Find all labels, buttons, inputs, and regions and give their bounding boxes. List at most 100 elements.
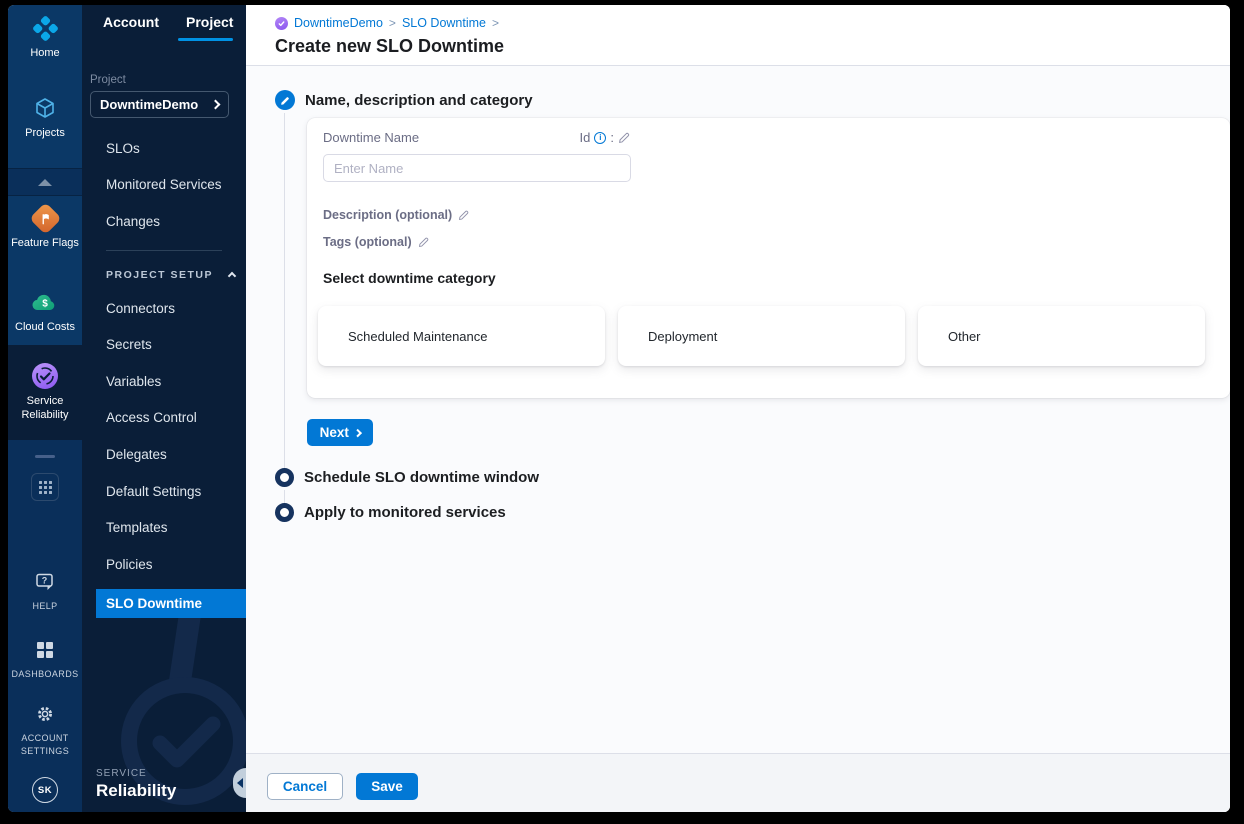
project-selector-value: DowntimeDemo — [100, 97, 199, 112]
tab-account[interactable]: Account — [103, 14, 159, 30]
category-other[interactable]: Other — [918, 306, 1205, 366]
step-1-panel: Downtime Name Id : Description (optional… — [307, 118, 1230, 398]
rail-item-dashboards[interactable]: DASHBOARDS — [8, 635, 82, 680]
rail-item-feature-flags[interactable]: Feature Flags — [8, 201, 82, 249]
cancel-button[interactable]: Cancel — [267, 773, 343, 800]
step-1-label: Name, description and category — [305, 91, 533, 109]
sidebar-item-slos[interactable]: SLOs — [82, 130, 246, 167]
breadcrumb-separator: > — [388, 16, 396, 30]
project-selector[interactable]: DowntimeDemo — [90, 91, 229, 118]
info-icon[interactable] — [594, 131, 607, 144]
rail-item-cloud-costs[interactable]: $ Cloud Costs — [8, 287, 82, 333]
action-footer: Cancel Save — [246, 753, 1230, 812]
chevron-right-icon — [353, 429, 362, 437]
save-button[interactable]: Save — [356, 773, 418, 800]
sidebar-item-monitored-services[interactable]: Monitored Services — [82, 167, 246, 204]
next-button[interactable]: Next — [307, 419, 373, 446]
help-chat-icon: ? — [30, 567, 60, 597]
category-deployment[interactable]: Deployment — [618, 306, 905, 366]
downtime-name-input[interactable] — [323, 154, 631, 182]
sidebar-item-changes[interactable]: Changes — [82, 203, 246, 240]
sidebar-item-secrets[interactable]: Secrets — [82, 326, 246, 363]
rail-item-label: ACCOUNT — [21, 733, 69, 743]
rail-item-service-reliability[interactable]: Service Reliability — [8, 361, 82, 421]
chevron-up-icon — [38, 178, 52, 186]
breadcrumb: DowntimeDemo > SLO Downtime > — [275, 16, 499, 30]
description-label: Description (optional) — [323, 208, 453, 222]
rail-item-label: SETTINGS — [20, 746, 70, 756]
wizard-step-2[interactable]: Schedule SLO downtime window — [275, 468, 539, 487]
sidebar-item-default-settings[interactable]: Default Settings — [82, 473, 246, 510]
project-sidebar: Account Project Project DowntimeDemo SLO… — [82, 5, 246, 812]
brand-label-service: SERVICE — [96, 768, 147, 779]
module-rail: Home Projects Feature Flags $ Cloud Cost… — [8, 5, 82, 812]
rail-item-account-settings[interactable]: ACCOUNT SETTINGS — [8, 699, 82, 757]
cube-icon — [30, 93, 60, 123]
active-tab-underline — [178, 38, 233, 41]
chevron-left-icon — [236, 778, 243, 788]
sidebar-item-templates[interactable]: Templates — [82, 509, 246, 546]
wizard-step-1[interactable]: Name, description and category — [275, 90, 533, 110]
project-section-label: Project — [90, 74, 126, 86]
grid-icon — [38, 480, 52, 494]
feature-flags-icon — [28, 201, 62, 235]
description-toggle[interactable]: Description (optional) — [323, 208, 470, 222]
rail-item-label: Cloud Costs — [15, 321, 75, 333]
svg-text:$: $ — [42, 298, 48, 309]
wizard-step-3[interactable]: Apply to monitored services — [275, 503, 506, 522]
sidebar-item-delegates[interactable]: Delegates — [82, 436, 246, 473]
sidebar-item-access-control[interactable]: Access Control — [82, 400, 246, 437]
module-brand: SERVICE Reliability — [96, 768, 176, 801]
category-heading: Select downtime category — [323, 270, 496, 286]
edit-pencil-icon — [459, 210, 469, 221]
wizard-content: Name, description and category Downtime … — [246, 67, 1230, 753]
step-3-circle — [275, 503, 294, 522]
app-window: Home Projects Feature Flags $ Cloud Cost… — [8, 5, 1230, 812]
tab-project[interactable]: Project — [186, 14, 233, 30]
name-label-row: Downtime Name Id : — [323, 130, 631, 145]
svg-text:?: ? — [42, 576, 48, 586]
rail-drag-handle[interactable] — [35, 455, 55, 458]
chevron-right-icon — [210, 99, 221, 110]
sidebar-item-policies[interactable]: Policies — [82, 546, 246, 583]
tags-label: Tags (optional) — [323, 235, 412, 249]
rail-item-label: Home — [30, 47, 60, 59]
rail-item-label: DASHBOARDS — [11, 669, 79, 679]
sidebar-nav: SLOs Monitored Services Changes PROJECT … — [82, 130, 246, 618]
edit-id-pencil-icon[interactable] — [618, 131, 631, 144]
rail-item-home[interactable]: Home — [8, 13, 82, 59]
step-3-label: Apply to monitored services — [304, 504, 506, 521]
rail-item-label: Projects — [25, 127, 65, 139]
module-selector-button[interactable] — [31, 473, 59, 501]
rail-item-help[interactable]: ? HELP — [8, 567, 82, 612]
project-setup-header[interactable]: PROJECT SETUP — [82, 260, 246, 290]
category-options: Scheduled Maintenance Deployment Other — [318, 306, 1205, 366]
gear-icon — [30, 699, 60, 729]
step-connector-line — [284, 113, 285, 468]
page-title: Create new SLO Downtime — [275, 36, 505, 56]
service-reliability-icon — [30, 361, 60, 391]
avatar-initials: SK — [32, 777, 58, 803]
rail-collapse-row[interactable] — [8, 168, 82, 196]
rail-item-label: Reliability — [21, 409, 69, 421]
brand-label-reliability: Reliability — [96, 781, 177, 800]
category-scheduled-maintenance[interactable]: Scheduled Maintenance — [318, 306, 605, 366]
step-2-label: Schedule SLO downtime window — [304, 469, 540, 486]
rail-item-label: Service — [26, 395, 64, 407]
sidebar-item-connectors[interactable]: Connectors — [82, 290, 246, 327]
sidebar-item-slo-downtime[interactable]: SLO Downtime — [96, 588, 246, 618]
main-area: DowntimeDemo > SLO Downtime > Create new… — [246, 5, 1230, 812]
id-colon: : — [610, 130, 614, 145]
breadcrumb-link-slo-downtime[interactable]: SLO Downtime — [402, 16, 486, 30]
page-header: DowntimeDemo > SLO Downtime > Create new… — [246, 5, 1230, 66]
breadcrumb-link-project[interactable]: DowntimeDemo — [294, 16, 383, 30]
tags-toggle[interactable]: Tags (optional) — [323, 235, 430, 249]
sidebar-item-variables[interactable]: Variables — [82, 363, 246, 400]
chevron-up-icon — [227, 272, 237, 281]
rail-item-projects[interactable]: Projects — [8, 93, 82, 139]
user-avatar[interactable]: SK — [8, 777, 82, 803]
sidebar-divider — [106, 249, 222, 251]
edit-pencil-step-icon — [275, 90, 295, 110]
id-label: Id — [579, 130, 591, 145]
rail-item-label: Feature Flags — [11, 237, 79, 249]
